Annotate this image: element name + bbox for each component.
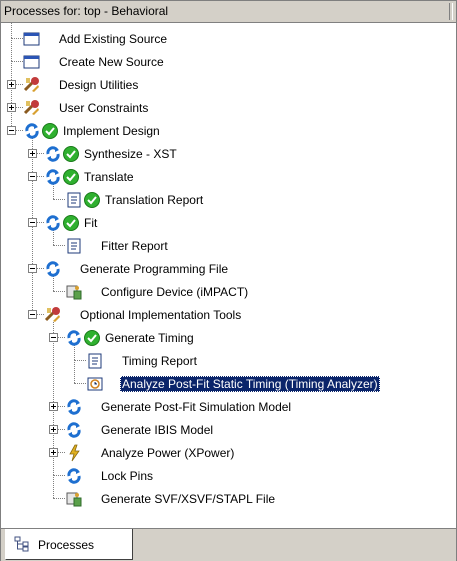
- expand-icon[interactable]: [49, 425, 58, 434]
- tree-item-label: Lock Pins: [101, 469, 154, 483]
- tree-item-label: Translate: [84, 170, 134, 184]
- tree-item[interactable]: Lock Pins: [1, 464, 456, 487]
- tools-icon: [44, 306, 62, 324]
- tree-item-label: Synthesize - XST: [84, 147, 177, 161]
- tree-item-label: Generate SVF/XSVF/STAPL File: [101, 492, 276, 506]
- process-icon: [44, 260, 62, 278]
- tree-item[interactable]: User Constraints: [1, 96, 456, 119]
- tree-item-label: Fitter Report: [101, 239, 168, 253]
- process-icon: [65, 421, 83, 439]
- tree-item-label: Generate Post-Fit Simulation Model: [101, 400, 292, 414]
- tree-connector: [11, 61, 23, 62]
- tree-connector: [11, 38, 23, 39]
- tree-item[interactable]: Add Existing Source: [1, 27, 456, 50]
- tree-item[interactable]: Generate Post-Fit Simulation Model: [1, 395, 456, 418]
- tools-icon: [23, 99, 41, 117]
- processes-panel: Processes for: top - Behavioral Add Exis…: [0, 0, 457, 561]
- tools-icon: [23, 76, 41, 94]
- tree-connector: [53, 291, 65, 292]
- process-icon: [23, 122, 41, 140]
- tree-item-label: Implement Design: [63, 124, 160, 138]
- tree-item-label: Generate Programming File: [80, 262, 229, 276]
- tree-item[interactable]: Synthesize - XST: [1, 142, 456, 165]
- tree-item-label: Analyze Post-Fit Static Timing (Timing A…: [120, 376, 380, 392]
- tab-processes-label: Processes: [38, 538, 95, 552]
- panel-tab-bar: Processes: [1, 528, 456, 561]
- check-icon: [62, 145, 80, 163]
- collapse-icon[interactable]: [28, 218, 37, 227]
- device-icon: [65, 283, 83, 301]
- tree-connector: [53, 475, 65, 476]
- tree-item[interactable]: Configure Device (iMPACT): [1, 280, 456, 303]
- check-icon: [62, 214, 80, 232]
- tree-item-label: User Constraints: [59, 101, 149, 115]
- tree-item-label: Generate Timing: [105, 331, 194, 345]
- collapse-icon[interactable]: [28, 264, 37, 273]
- process-icon: [44, 168, 62, 186]
- collapse-icon[interactable]: [49, 333, 58, 342]
- tree-item[interactable]: Fit: [1, 211, 456, 234]
- tree-item[interactable]: Generate Timing: [1, 326, 456, 349]
- tree-item-label: Optional Implementation Tools: [80, 308, 242, 322]
- tab-processes[interactable]: Processes: [5, 529, 133, 560]
- collapse-icon[interactable]: [7, 126, 16, 135]
- window-icon: [23, 53, 41, 71]
- tree-item[interactable]: Optional Implementation Tools: [1, 303, 456, 326]
- tree-item-label: Design Utilities: [59, 78, 139, 92]
- tree-item[interactable]: Analyze Power (XPower): [1, 441, 456, 464]
- collapse-icon[interactable]: [28, 172, 37, 181]
- tree-connector: [53, 498, 65, 499]
- power-icon: [65, 444, 83, 462]
- tree-connector: [53, 245, 65, 246]
- check-icon: [83, 329, 101, 347]
- panel-header: Processes for: top - Behavioral: [1, 1, 456, 23]
- tree-item[interactable]: Translation Report: [1, 188, 456, 211]
- panel-title: Processes for: top - Behavioral: [4, 4, 169, 18]
- tree-item[interactable]: Implement Design: [1, 119, 456, 142]
- expand-icon[interactable]: [7, 80, 16, 89]
- process-icon: [65, 329, 83, 347]
- check-icon: [83, 191, 101, 209]
- expand-icon[interactable]: [49, 402, 58, 411]
- check-icon: [41, 122, 59, 140]
- process-tree[interactable]: Add Existing Source Create New Source Desi…: [1, 23, 456, 528]
- tree-item-label: Fit: [84, 216, 98, 230]
- process-icon: [65, 398, 83, 416]
- process-icon: [44, 214, 62, 232]
- tree-item-label: Timing Report: [122, 354, 197, 368]
- tree-item-label: Generate IBIS Model: [101, 423, 214, 437]
- process-icon: [65, 467, 83, 485]
- processes-tab-icon: [14, 536, 29, 552]
- report-icon: [65, 191, 83, 209]
- tree-item[interactable]: Translate: [1, 165, 456, 188]
- report-icon: [86, 352, 104, 370]
- expand-icon[interactable]: [28, 149, 37, 158]
- collapse-icon[interactable]: [28, 310, 37, 319]
- process-icon: [44, 145, 62, 163]
- tree-item-label: Translation Report: [105, 193, 204, 207]
- tree-item[interactable]: Generate SVF/XSVF/STAPL File: [1, 487, 456, 510]
- tree-connector: [53, 199, 65, 200]
- device-icon: [65, 490, 83, 508]
- tree-item-label: Create New Source: [59, 55, 164, 69]
- expand-icon[interactable]: [49, 448, 58, 457]
- tree-item-label: Add Existing Source: [59, 32, 168, 46]
- tree-connector: [74, 360, 86, 361]
- clock-icon: [86, 375, 104, 393]
- tree-item[interactable]: Generate IBIS Model: [1, 418, 456, 441]
- tree-connector: [74, 383, 86, 384]
- expand-icon[interactable]: [7, 103, 16, 112]
- check-icon: [62, 168, 80, 186]
- tree-item-label: Configure Device (iMPACT): [101, 285, 249, 299]
- tree-item[interactable]: Create New Source: [1, 50, 456, 73]
- tree-item[interactable]: Timing Report: [1, 349, 456, 372]
- header-column-divider[interactable]: [449, 3, 453, 20]
- tree-item[interactable]: Generate Programming File: [1, 257, 456, 280]
- report-icon: [65, 237, 83, 255]
- tree-item[interactable]: Design Utilities: [1, 73, 456, 96]
- window-icon: [23, 30, 41, 48]
- tree-item-label: Analyze Power (XPower): [101, 446, 235, 460]
- tree-item[interactable]: Analyze Post-Fit Static Timing (Timing A…: [1, 372, 456, 395]
- tree-item[interactable]: Fitter Report: [1, 234, 456, 257]
